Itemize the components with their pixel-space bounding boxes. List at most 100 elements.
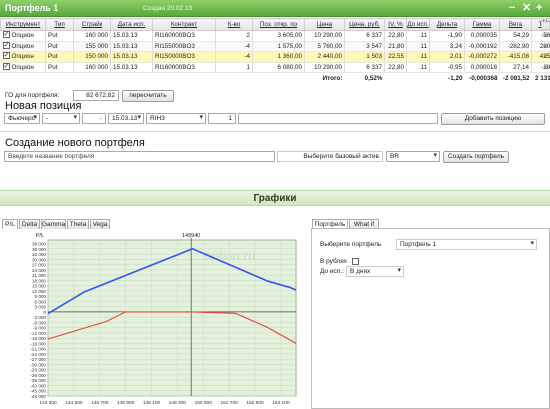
table-cell: 11 (420, 32, 427, 40)
col-header[interactable]: Контракт (152, 18, 216, 31)
row-checkbox[interactable] (2, 52, 10, 60)
x-tick-label: 146 900 (117, 400, 135, 406)
col-header[interactable]: До исп. (406, 18, 430, 31)
table-cell: Put (48, 42, 58, 50)
new-position-heading: Новая позиция (5, 100, 82, 112)
rub-checkbox[interactable] (352, 258, 359, 265)
portfolio-title: Портфель 1 (5, 3, 59, 13)
x-tick-label: 152 900 (246, 400, 264, 406)
table-cell: -4 (244, 42, 250, 50)
table-cell: 15.03.13 (113, 32, 138, 40)
table-cell: Put (48, 53, 58, 61)
base-asset-select[interactable]: BR (386, 151, 440, 162)
y-tick-label: -12 000 (30, 331, 46, 336)
close-icon[interactable]: ✕ (522, 2, 531, 14)
y-tick-label: 39 000 (32, 242, 46, 247)
col-header[interactable]: Цена, руб. (344, 18, 385, 31)
col-header[interactable]: Страйк (73, 18, 111, 31)
y-tick-label: -45 000 (30, 389, 46, 394)
total-delta: -1,20 (448, 74, 463, 82)
table-cell: 22,55 (388, 53, 404, 61)
remove-row-icon[interactable]: × (541, 63, 550, 72)
x-tick-label: 154 100 (272, 400, 290, 406)
table-row[interactable]: Опцион Put 150 000 15.03.13 RI150000BO3 -4 1 3… (0, 51, 550, 63)
y-tick-label: -9 000 (33, 326, 46, 331)
remove-row-icon[interactable]: × (541, 31, 550, 40)
x-tick-label: 145 700 (91, 400, 109, 406)
portfolio-select[interactable]: Портфель 1 (396, 239, 537, 250)
col-header[interactable]: Гамма (464, 18, 500, 31)
table-cell: -4 (244, 53, 250, 61)
table-cell: 150 000 (85, 53, 108, 61)
col-header[interactable]: Дата исп. (110, 18, 153, 31)
recalc-button[interactable]: пересчитать (122, 90, 174, 102)
table-cell: 155 000 (85, 42, 108, 50)
table-cell: 1 (246, 63, 250, 71)
col-header[interactable]: Вега (499, 18, 532, 31)
option-kind-select[interactable]: - (42, 113, 80, 124)
row-checkbox[interactable] (2, 41, 10, 49)
go-label: ГО для портфеля: (5, 92, 60, 99)
y-tick-label: 33 000 (32, 252, 46, 257)
table-row[interactable]: Опцион Put 155 000 15.03.13 RI155000BO3 -4 1 5… (0, 41, 550, 52)
col-header[interactable]: Инструмент (0, 18, 46, 31)
y-tick-label: 36 000 (32, 247, 46, 252)
minimize-icon[interactable]: − (509, 2, 515, 14)
row-checkbox[interactable] (2, 62, 10, 70)
y-tick-label: -36 000 (30, 373, 46, 378)
table-cell: 22,80 (388, 32, 404, 40)
remove-row-icon[interactable]: × (541, 42, 550, 51)
y-tick-label: -30 000 (30, 362, 46, 367)
col-header[interactable]: Поз. откр. по (252, 18, 305, 31)
add-icon[interactable]: + (536, 2, 542, 14)
table-cell: 21,80 (388, 42, 404, 50)
col-header[interactable]: Цена (304, 18, 345, 31)
table-cell: RI160000BO3 (155, 32, 195, 40)
table-cell: Put (48, 63, 58, 71)
table-cell: -1,90 (447, 32, 462, 40)
expiry-date-select[interactable]: 15.03.13 (108, 113, 144, 124)
table-cell: 2 (246, 32, 250, 40)
create-portfolio-button[interactable]: Создать портфель (443, 151, 509, 163)
add-position-button[interactable]: Добавить позицию (441, 113, 545, 125)
expiry-mode-select[interactable]: В днях (346, 266, 404, 277)
table-cell: -282,90 (507, 42, 529, 50)
remove-row-icon[interactable]: × (541, 52, 550, 61)
table-cell: -0,000192 (468, 42, 497, 50)
x-tick-label: 150 500 (195, 400, 213, 406)
y-tick-label: 21 000 (32, 273, 46, 278)
table-cell: RI160000BO3 (155, 63, 195, 71)
col-header[interactable]: К-во (215, 18, 253, 31)
total-gamma: -0,000368 (469, 74, 498, 82)
new-portfolio-heading: Создание нового портфеля (5, 137, 145, 149)
total-percent: 0,52% (364, 74, 383, 82)
table-cell: 5 760,00 (317, 42, 342, 50)
table-cell: 15.03.13 (113, 53, 138, 61)
chart-settings-panel: Выберите портфель Портфель 1 В рублях До… (311, 228, 550, 409)
contract-select[interactable]: RIH3 (146, 113, 206, 124)
portfolio-name-input[interactable]: Введите название портфеля (4, 151, 275, 162)
y-tick-label: 12 000 (32, 289, 46, 294)
x-tick-label: 144 500 (65, 400, 83, 406)
strike-input[interactable]: - (82, 113, 106, 124)
col-header[interactable]: Тип (45, 18, 74, 31)
y-tick-label: 15 000 (32, 284, 46, 289)
col-header[interactable]: IV, % (384, 18, 407, 31)
table-row[interactable]: Опцион Put 160 000 15.03.13 RI160000BO3 1 6 08… (0, 62, 550, 73)
charts-banner: Графики (0, 190, 550, 206)
y-tick-label: 0 (43, 310, 46, 315)
row-checkbox[interactable] (2, 31, 10, 39)
y-tick-label: -21 000 (30, 347, 46, 352)
y-tick-label: -48 000 (30, 394, 46, 399)
table-row[interactable]: Опцион Put 160 000 15.03.13 RI160000BO3 2 3 60… (0, 30, 550, 42)
instrument-type-select[interactable]: Фьючерс (4, 113, 40, 124)
portfolio-title-bar: Портфель 1 Создан 20.02.13 − ✕ + (0, 0, 550, 17)
position-spacer-field (238, 113, 438, 124)
y-tick-label: -6 000 (33, 320, 46, 325)
expiry-label: До исп.: (320, 268, 344, 275)
quantity-input[interactable]: 1 (208, 113, 236, 124)
table-cell: Put (48, 32, 58, 40)
col-header[interactable]: Дельта (429, 18, 465, 31)
add-remove-col-header[interactable]: +/- (541, 18, 550, 30)
portfolio-select-label: Выберите портфель (320, 241, 382, 248)
